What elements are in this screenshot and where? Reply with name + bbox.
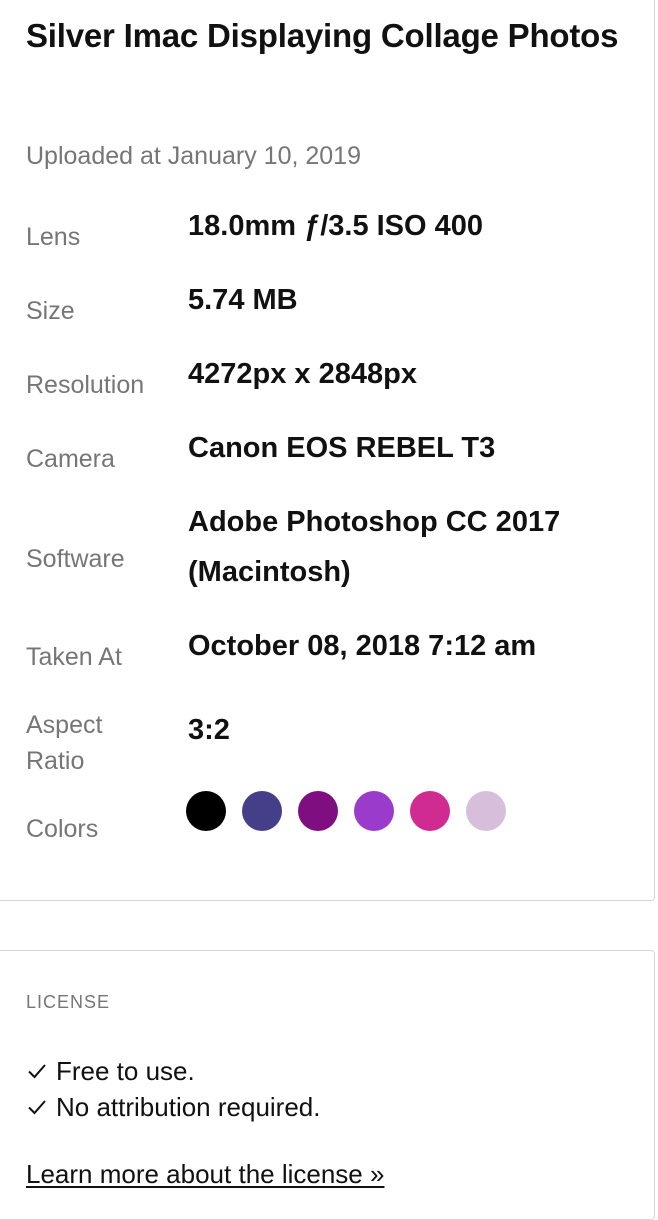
color-swatch-2[interactable] bbox=[242, 791, 282, 831]
size-label: Size bbox=[26, 297, 75, 325]
check-icon bbox=[28, 1100, 46, 1115]
colors-label: Colors bbox=[26, 815, 99, 843]
camera-label: Camera bbox=[26, 445, 115, 473]
color-swatch-1[interactable] bbox=[186, 791, 226, 831]
license-item-label: Free to use. bbox=[56, 1056, 195, 1086]
color-swatch-4[interactable] bbox=[354, 791, 394, 831]
license-link[interactable]: Learn more about the license » bbox=[26, 1158, 384, 1190]
resolution-label: Resolution bbox=[26, 371, 145, 399]
license-item-label: No attribution required. bbox=[56, 1092, 321, 1122]
aspect-ratio-value: 3:2 bbox=[188, 714, 230, 746]
taken-at-label: Taken At bbox=[26, 643, 122, 671]
license-item-attribution: No attribution required. bbox=[26, 1091, 320, 1123]
check-icon bbox=[28, 1064, 46, 1079]
aspect-ratio-label: Aspect Ratio bbox=[26, 711, 103, 775]
color-swatches bbox=[186, 791, 506, 831]
photo-title: Silver Imac Displaying Collage Photos bbox=[26, 17, 619, 54]
upload-date: Uploaded at January 10, 2019 bbox=[26, 142, 361, 170]
license-item-free: Free to use. bbox=[26, 1055, 195, 1087]
software-value: Adobe Photoshop CC 2017 (Macintosh) bbox=[188, 506, 561, 588]
camera-value: Canon EOS REBEL T3 bbox=[188, 432, 496, 464]
license-card: LICENSE Free to use. No attribution requ… bbox=[0, 950, 655, 1220]
lens-value: 18.0mm ƒ/3.5 ISO 400 bbox=[188, 210, 484, 242]
color-swatch-5[interactable] bbox=[410, 791, 450, 831]
color-swatch-6[interactable] bbox=[466, 791, 506, 831]
taken-at-value: October 08, 2018 7:12 am bbox=[188, 630, 537, 662]
color-swatch-3[interactable] bbox=[298, 791, 338, 831]
size-value: 5.74 MB bbox=[188, 284, 298, 316]
photo-details-card: Silver Imac Displaying Collage Photos Up… bbox=[0, 0, 655, 901]
software-label: Software bbox=[26, 545, 125, 573]
license-heading: LICENSE bbox=[26, 992, 111, 1012]
lens-label: Lens bbox=[26, 223, 81, 251]
resolution-value: 4272px x 2848px bbox=[188, 358, 417, 390]
